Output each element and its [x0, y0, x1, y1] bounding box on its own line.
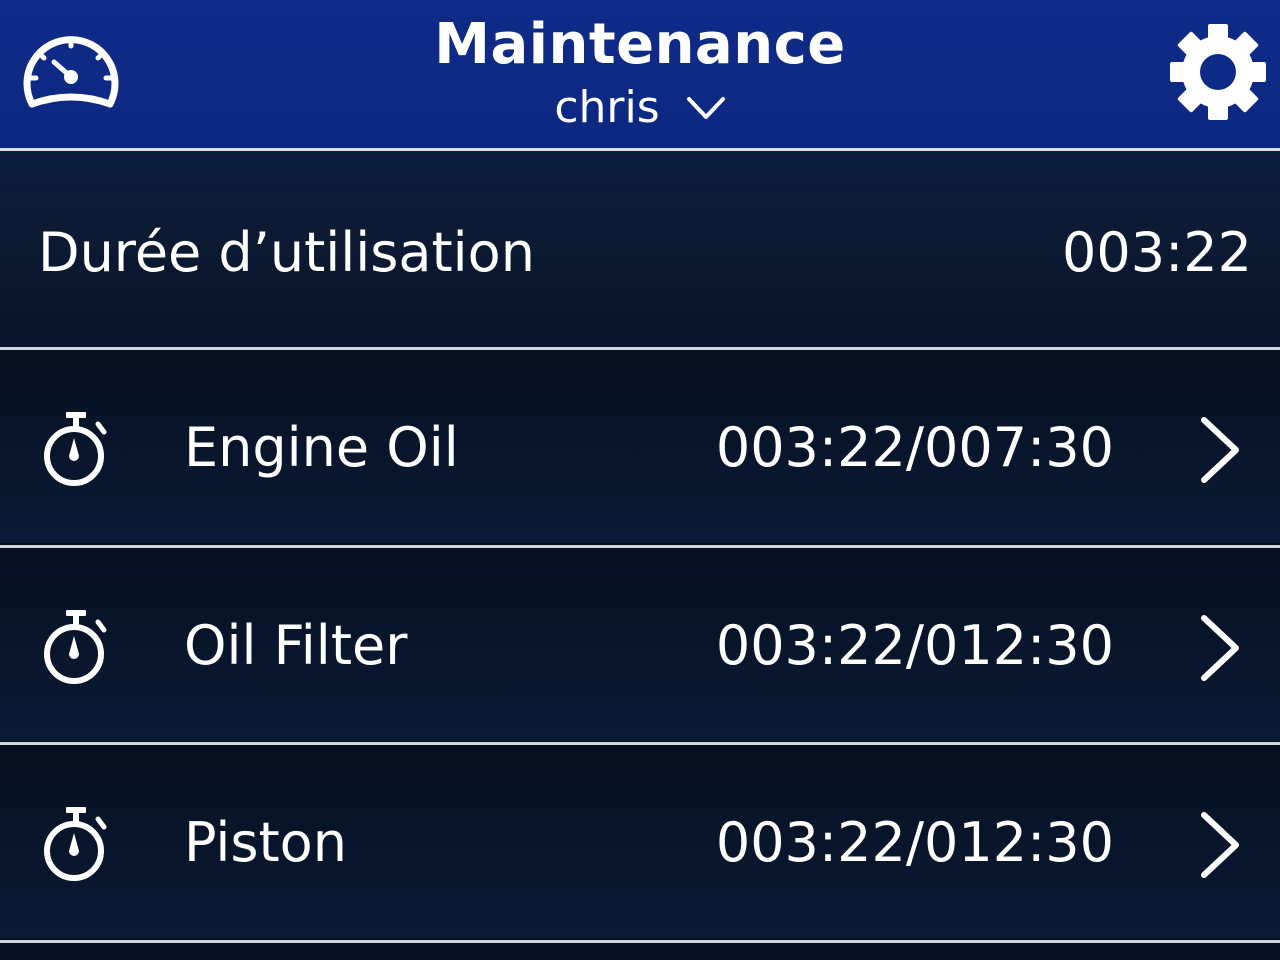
chevron-right-icon: [1201, 417, 1239, 483]
user-name: chris: [554, 82, 660, 133]
dashboard-button[interactable]: [18, 24, 124, 120]
user-selector[interactable]: chris: [440, 80, 840, 136]
usage-duration-row: Durée d’utilisation 003:22: [0, 151, 1280, 347]
stopwatch-icon: [44, 610, 107, 684]
maintenance-screen: Maintenance chris Durée d’utilisation 00…: [0, 0, 1280, 960]
header-bar: Maintenance chris: [0, 0, 1280, 148]
stopwatch-icon: [44, 807, 107, 881]
usage-duration-label: Durée d’utilisation: [38, 221, 535, 284]
stopwatch-icon: [44, 412, 107, 486]
item-progress-value: 003:22/012:30: [715, 811, 1114, 874]
item-name: Engine Oil: [184, 416, 459, 479]
usage-duration-value: 003:22: [1062, 221, 1252, 284]
page-title: Maintenance: [434, 12, 846, 77]
item-name: Piston: [184, 811, 347, 874]
list-bottom: [0, 943, 1280, 960]
settings-button[interactable]: [1164, 20, 1272, 124]
chevron-right-icon: [1201, 812, 1239, 878]
maintenance-item-piston[interactable]: Piston 003:22/012:30: [0, 745, 1280, 938]
maintenance-item-oil-filter[interactable]: Oil Filter 003:22/012:30: [0, 548, 1280, 741]
item-progress-value: 003:22/007:30: [715, 416, 1114, 479]
speedometer-icon: [23, 36, 119, 108]
item-progress-value: 003:22/012:30: [715, 614, 1114, 677]
maintenance-item-engine-oil[interactable]: Engine Oil 003:22/007:30: [0, 350, 1280, 543]
gear-icon: [1170, 24, 1266, 120]
chevron-right-icon: [1201, 615, 1239, 681]
item-name: Oil Filter: [184, 614, 408, 677]
chevron-down-icon: [686, 97, 725, 119]
